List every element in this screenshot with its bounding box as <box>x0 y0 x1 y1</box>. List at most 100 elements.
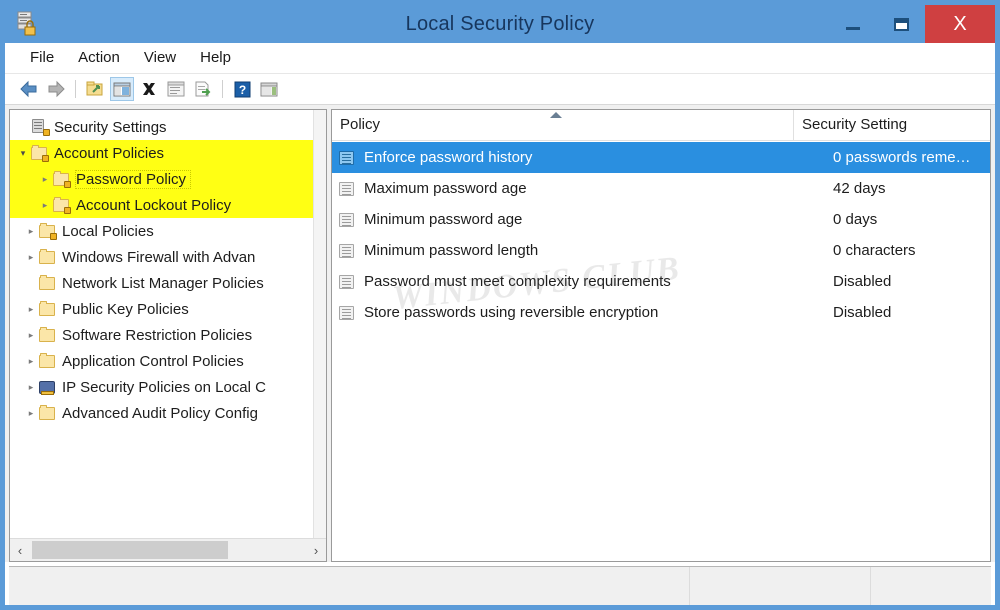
svg-text:?: ? <box>238 83 245 97</box>
hscroll-thumb[interactable] <box>32 541 228 559</box>
table-row[interactable]: Store passwords using reversible encrypt… <box>332 297 990 328</box>
ip-security-icon <box>38 379 57 395</box>
table-row[interactable]: Enforce password history 0 passwords rem… <box>332 142 990 173</box>
policy-setting: 0 passwords reme… <box>833 149 971 166</box>
status-bar <box>9 566 991 605</box>
tree-item-label: Advanced Audit Policy Config <box>62 404 258 422</box>
show-hide-console-tree-icon[interactable] <box>110 77 134 101</box>
tree-item-label: Password Policy <box>74 169 192 189</box>
table-row[interactable]: Password must meet complexity requiremen… <box>332 266 990 297</box>
toolbar-separator <box>222 80 223 98</box>
tree-item-network-list-manager-policies[interactable]: Network List Manager Policies <box>10 270 326 296</box>
tree-item-label: Application Control Policies <box>62 352 244 370</box>
policy-list-body: WINDOWS CLUB Enforce password history 0 … <box>332 141 990 561</box>
status-panel-main <box>9 567 690 605</box>
security-settings-icon <box>30 119 50 136</box>
window-controls: X <box>829 5 995 43</box>
folder-icon <box>38 327 57 343</box>
chevron-down-icon[interactable]: ▾ <box>16 148 30 159</box>
policy-setting: Disabled <box>833 304 892 321</box>
column-header-policy-label: Policy <box>340 116 381 133</box>
tree-item-windows-firewall[interactable]: ▸ Windows Firewall with Advan <box>10 244 326 270</box>
chevron-right-icon[interactable]: ▸ <box>24 304 38 315</box>
policy-icon <box>338 243 358 259</box>
delete-icon[interactable] <box>137 77 161 101</box>
policy-setting: 42 days <box>833 180 886 197</box>
menu-help[interactable]: Help <box>188 43 243 73</box>
chevron-right-icon[interactable]: ▸ <box>38 174 52 185</box>
folder-icon <box>38 301 57 317</box>
console-tree-pane: Security Settings ▾ Account Policies ▸ P… <box>9 109 327 562</box>
minimize-button[interactable] <box>829 5 877 43</box>
tree-item-security-settings[interactable]: Security Settings <box>10 114 326 140</box>
hscroll-track[interactable] <box>30 540 306 560</box>
table-row[interactable]: Maximum password age 42 days <box>332 173 990 204</box>
policy-icon <box>338 305 358 321</box>
chevron-right-icon[interactable]: ▸ <box>24 382 38 393</box>
local-security-policy-window: Local Security Policy X File Action View… <box>0 0 1000 610</box>
tree-item-account-policies[interactable]: ▾ Account Policies <box>10 140 326 166</box>
scroll-right-icon[interactable]: › <box>306 540 326 560</box>
forward-icon[interactable] <box>44 77 68 101</box>
policy-setting: 0 characters <box>833 242 916 259</box>
policy-list-pane: Policy Security Setting WINDOWS CLUB Enf… <box>331 109 991 562</box>
folder-icon <box>38 353 57 369</box>
policy-icon <box>338 274 358 290</box>
column-header-security-setting[interactable]: Security Setting <box>793 110 990 140</box>
restore-icon <box>893 17 909 31</box>
policy-setting: 0 days <box>833 211 878 228</box>
tree-item-password-policy[interactable]: ▸ Password Policy <box>10 166 326 192</box>
tree-vertical-scrollbar[interactable] <box>313 110 326 538</box>
tree-item-label: Account Policies <box>54 144 165 162</box>
tree-horizontal-scrollbar[interactable]: ‹ › <box>10 538 326 561</box>
policy-name: Minimum password length <box>364 242 539 259</box>
menu-view[interactable]: View <box>132 43 188 73</box>
column-header-policy[interactable]: Policy <box>332 110 793 140</box>
maximize-button[interactable] <box>877 5 925 43</box>
help-icon[interactable]: ? <box>230 77 254 101</box>
tree-item-software-restriction-policies[interactable]: ▸ Software Restriction Policies <box>10 322 326 348</box>
tree-item-label: Windows Firewall with Advan <box>62 248 256 266</box>
policy-name: Password must meet complexity requiremen… <box>364 273 671 290</box>
tree-item-account-lockout-policy[interactable]: ▸ Account Lockout Policy <box>10 192 326 218</box>
tree-item-label: Security Settings <box>54 118 167 136</box>
sort-ascending-icon <box>550 112 562 118</box>
folder-lock-icon <box>52 171 71 188</box>
chevron-right-icon[interactable]: ▸ <box>24 226 38 237</box>
table-row[interactable]: Minimum password age 0 days <box>332 204 990 235</box>
chevron-right-icon[interactable]: ▸ <box>24 408 38 419</box>
menu-file[interactable]: File <box>18 43 66 73</box>
menu-action[interactable]: Action <box>66 43 132 73</box>
folder-icon <box>38 405 57 421</box>
up-folder-icon[interactable] <box>83 77 107 101</box>
policy-name: Store passwords using reversible encrypt… <box>364 304 659 321</box>
tree-item-application-control-policies[interactable]: ▸ Application Control Policies <box>10 348 326 374</box>
show-action-pane-icon[interactable] <box>257 77 281 101</box>
tree-item-label: Local Policies <box>62 222 154 240</box>
table-row[interactable]: Minimum password length 0 characters <box>332 235 990 266</box>
menu-bar: File Action View Help <box>5 43 995 74</box>
tree-item-local-policies[interactable]: ▸ Local Policies <box>10 218 326 244</box>
tree-item-label: IP Security Policies on Local C <box>62 378 266 396</box>
close-button[interactable]: X <box>925 5 995 43</box>
chevron-right-icon[interactable]: ▸ <box>38 200 52 211</box>
tree-item-advanced-audit-policy-config[interactable]: ▸ Advanced Audit Policy Config <box>10 400 326 426</box>
policy-name: Maximum password age <box>364 180 527 197</box>
back-icon[interactable] <box>17 77 41 101</box>
minimize-icon <box>846 26 860 30</box>
tree-item-ip-security-policies[interactable]: ▸ IP Security Policies on Local C <box>10 374 326 400</box>
tree-item-public-key-policies[interactable]: ▸ Public Key Policies <box>10 296 326 322</box>
chevron-right-icon[interactable]: ▸ <box>24 252 38 263</box>
export-list-icon[interactable] <box>191 77 215 101</box>
close-icon: X <box>953 13 967 35</box>
policy-name: Minimum password age <box>364 211 523 228</box>
properties-icon[interactable] <box>164 77 188 101</box>
console-tree: Security Settings ▾ Account Policies ▸ P… <box>10 110 326 538</box>
chevron-right-icon[interactable]: ▸ <box>24 330 38 341</box>
chevron-right-icon[interactable]: ▸ <box>24 356 38 367</box>
status-panel-secondary <box>690 567 871 605</box>
scroll-left-icon[interactable]: ‹ <box>10 540 30 560</box>
status-panel-tertiary <box>871 567 991 605</box>
folder-lock-icon <box>38 223 57 240</box>
panes-container: Security Settings ▾ Account Policies ▸ P… <box>5 105 995 562</box>
